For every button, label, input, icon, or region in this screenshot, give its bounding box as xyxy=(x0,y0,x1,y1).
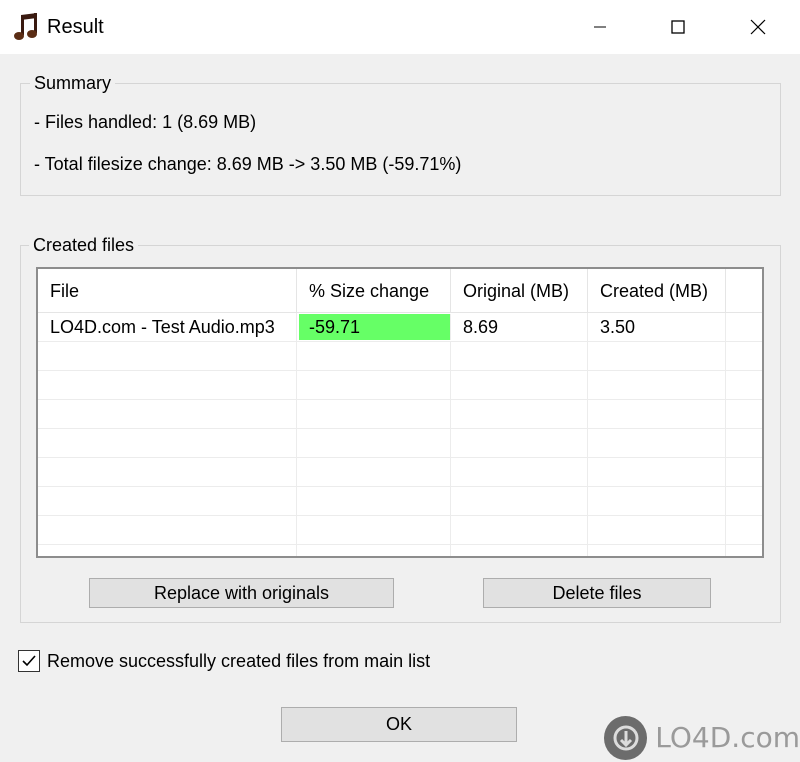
created-files-table[interactable]: File % Size change Original (MB) Created… xyxy=(36,267,764,558)
watermark: LO4D.com xyxy=(600,713,800,762)
close-button[interactable] xyxy=(718,0,798,54)
empty-row xyxy=(38,400,762,429)
maximize-button[interactable] xyxy=(638,0,718,54)
lo4d-logo-icon xyxy=(604,715,648,760)
column-header-size-change[interactable]: % Size change xyxy=(297,269,451,313)
empty-row xyxy=(38,342,762,371)
empty-row xyxy=(38,429,762,458)
files-handled-text: - Files handled: 1 (8.69 MB) xyxy=(34,112,257,132)
created-size-cell: 3.50 xyxy=(588,313,726,342)
remove-files-label[interactable]: Remove successfully created files from m… xyxy=(47,650,430,672)
created-files-label: Created files xyxy=(29,235,139,255)
empty-row xyxy=(38,371,762,400)
remove-files-checkbox[interactable] xyxy=(18,650,40,672)
checkmark-icon xyxy=(22,655,36,667)
column-header-created[interactable]: Created (MB) xyxy=(588,269,726,313)
window-title: Result xyxy=(47,16,104,38)
filesize-change-text: - Total filesize change: 8.69 MB -> 3.50… xyxy=(34,154,462,174)
table-row[interactable]: LO4D.com - Test Audio.mp3 -59.71 8.69 3.… xyxy=(38,313,762,342)
empty-row xyxy=(38,545,762,556)
delete-files-button[interactable]: Delete files xyxy=(483,578,711,608)
empty-row xyxy=(38,458,762,487)
size-change-cell: -59.71 xyxy=(299,314,451,340)
summary-group xyxy=(20,83,781,196)
ok-button[interactable]: OK xyxy=(281,707,517,742)
file-name-cell: LO4D.com - Test Audio.mp3 xyxy=(38,313,297,342)
column-header-file[interactable]: File xyxy=(38,269,297,313)
maximize-icon xyxy=(671,20,685,34)
title-bar: Result xyxy=(0,0,800,54)
replace-with-originals-button[interactable]: Replace with originals xyxy=(89,578,394,608)
minimize-icon xyxy=(594,26,606,28)
original-size-cell: 8.69 xyxy=(451,313,588,342)
empty-row xyxy=(38,516,762,545)
watermark-text: LO4D.com xyxy=(655,721,800,754)
table-header: File % Size change Original (MB) Created… xyxy=(38,269,762,313)
column-header-original[interactable]: Original (MB) xyxy=(451,269,588,313)
minimize-button[interactable] xyxy=(560,0,640,54)
summary-label: Summary xyxy=(30,73,116,93)
close-icon xyxy=(750,19,766,35)
music-note-icon xyxy=(14,12,40,42)
empty-row xyxy=(38,487,762,516)
column-header-filler xyxy=(726,269,762,313)
